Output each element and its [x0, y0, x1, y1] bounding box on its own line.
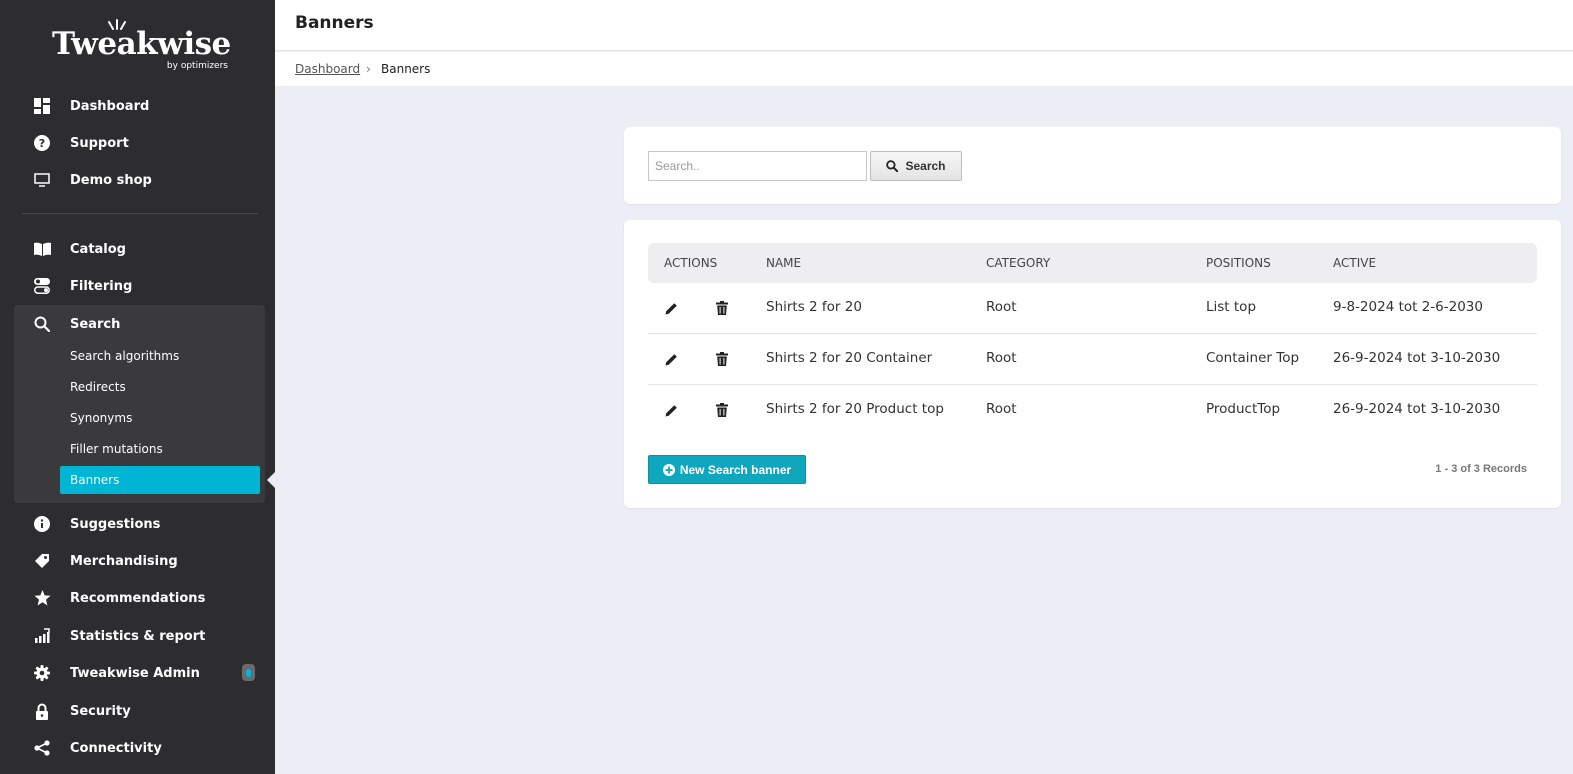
sidebar-item-connectivity[interactable]: Connectivity [0, 730, 275, 766]
edit-pencil-icon[interactable] [664, 351, 678, 367]
edit-pencil-icon[interactable] [664, 402, 678, 418]
sidebar-subitem-synonyms[interactable]: Synonyms [60, 404, 260, 432]
new-search-banner-button[interactable]: New Search banner [648, 455, 806, 484]
cell-name: Shirts 2 for 20 Container [766, 350, 933, 366]
sidebar-item-label: Support [70, 135, 129, 151]
search-button[interactable]: Search [870, 151, 962, 181]
grid-icon [33, 97, 51, 115]
sidebar-item-statistics[interactable]: Statistics & report [0, 618, 275, 654]
search-input[interactable] [648, 151, 867, 181]
search-icon [33, 315, 51, 333]
search-button-label: Search [905, 159, 946, 173]
star-icon [33, 589, 51, 607]
table-header: ACTIONS NAME CATEGORY POSITIONS ACTIVE [648, 243, 1537, 283]
sidebar-item-merchandising[interactable]: Merchandising [0, 543, 275, 579]
cell-positions: ProductTop [1206, 401, 1281, 417]
cell-active: 26-9-2024 tot 3-10-2030 [1333, 401, 1501, 417]
sidebar-item-filtering[interactable]: Filtering [0, 268, 275, 304]
search-card: Search [624, 127, 1561, 204]
records-count: 1 - 3 of 3 Records [1435, 463, 1527, 475]
cell-positions: Container Top [1206, 350, 1300, 366]
sidebar-item-label: Security [70, 703, 131, 719]
breadcrumb-dashboard-link[interactable]: Dashboard [295, 62, 360, 76]
delete-trash-icon[interactable] [715, 402, 729, 418]
sidebar-item-label: Merchandising [70, 553, 178, 569]
cell-name: Shirts 2 for 20 Product top [766, 401, 944, 417]
tweakwise-logo[interactable]: Tweakwise by optimizers [52, 19, 232, 74]
sidebar-item-dashboard[interactable]: Dashboard [0, 88, 275, 124]
sidebar-item-label: Demo shop [70, 172, 152, 188]
sidebar-item-suggestions[interactable]: Suggestions [0, 506, 275, 542]
sidebar: Tweakwise by optimizers Dashboard ? Supp… [0, 0, 275, 774]
page-title: Banners [295, 13, 374, 33]
tag-icon [33, 552, 51, 570]
new-search-banner-label: New Search banner [679, 462, 792, 477]
sidebar-item-label: Filtering [70, 278, 133, 294]
logo-wordmark: Tweakwise [52, 26, 231, 62]
breadcrumb-current: Banners [381, 62, 431, 76]
info-circle-icon [33, 515, 51, 533]
column-header-actions: ACTIONS [664, 256, 718, 270]
table-row[interactable]: Shirts 2 for 20 Root List top 9-8-2024 t… [648, 283, 1537, 334]
search-icon [886, 160, 899, 172]
breadcrumb: Dashboard › Banners [275, 52, 1573, 86]
sidebar-item-support[interactable]: ? Support [0, 125, 275, 161]
lock-icon [33, 702, 51, 720]
sidebar-subitem-filler-mutations[interactable]: Filler mutations [60, 435, 260, 463]
cell-active: 9-8-2024 tot 2-6-2030 [1333, 299, 1483, 315]
monitor-icon [33, 171, 51, 189]
sidebar-item-catalog[interactable]: Catalog [0, 231, 275, 267]
sidebar-subitem-redirects[interactable]: Redirects [60, 373, 260, 401]
active-caret [267, 472, 275, 488]
admin-status-badge [242, 664, 255, 681]
sidebar-item-tweakwise-admin[interactable]: Tweakwise Admin [0, 655, 275, 691]
sidebar-divider [22, 213, 258, 214]
share-icon [33, 739, 51, 757]
question-circle-icon: ? [33, 134, 51, 152]
bar-chart-icon [33, 627, 51, 645]
sidebar-item-security[interactable]: Security [0, 693, 275, 729]
sidebar-item-demo-shop[interactable]: Demo shop [0, 162, 275, 198]
book-icon [33, 240, 51, 258]
sidebar-item-label: Recommendations [70, 590, 206, 606]
column-header-category[interactable]: CATEGORY [986, 256, 1050, 270]
cell-positions: List top [1206, 299, 1257, 315]
cell-category: Root [986, 299, 1017, 315]
sidebar-subitem-search-algorithms[interactable]: Search algorithms [60, 342, 260, 370]
cell-active: 26-9-2024 tot 3-10-2030 [1333, 350, 1501, 366]
sidebar-item-recommendations[interactable]: Recommendations [0, 580, 275, 616]
sidebar-item-label: Connectivity [70, 740, 162, 756]
cell-name: Shirts 2 for 20 [766, 299, 862, 315]
edit-pencil-icon[interactable] [664, 300, 678, 316]
sidebar-item-label: Dashboard [70, 98, 150, 114]
plus-circle-icon [662, 463, 675, 476]
delete-trash-icon[interactable] [715, 300, 729, 316]
toggles-icon [33, 277, 51, 295]
breadcrumb-separator: › [366, 62, 371, 76]
sidebar-item-search[interactable]: Search [0, 306, 275, 342]
sidebar-subitem-banners[interactable]: Banners [60, 466, 260, 494]
gear-icon [33, 664, 51, 682]
column-header-positions[interactable]: POSITIONS [1206, 256, 1271, 270]
top-bar: Banners [275, 0, 1573, 51]
cell-category: Root [986, 401, 1017, 417]
table-row[interactable]: Shirts 2 for 20 Container Root Container… [648, 334, 1537, 385]
delete-trash-icon[interactable] [715, 351, 729, 367]
banners-table-card: ACTIONS NAME CATEGORY POSITIONS ACTIVE S… [624, 220, 1561, 508]
column-header-active[interactable]: ACTIVE [1333, 256, 1376, 270]
sidebar-item-label: Tweakwise Admin [70, 665, 200, 681]
sidebar-item-label: Statistics & report [70, 628, 206, 644]
logo-tagline: by optimizers [166, 61, 228, 71]
sidebar-item-label: Suggestions [70, 516, 161, 532]
cell-category: Root [986, 350, 1017, 366]
svg-text:?: ? [39, 137, 45, 150]
sidebar-item-label: Catalog [70, 241, 126, 257]
column-header-name[interactable]: NAME [766, 256, 801, 270]
table-row[interactable]: Shirts 2 for 20 Product top Root Product… [648, 385, 1537, 436]
sidebar-item-label: Search [70, 316, 121, 332]
